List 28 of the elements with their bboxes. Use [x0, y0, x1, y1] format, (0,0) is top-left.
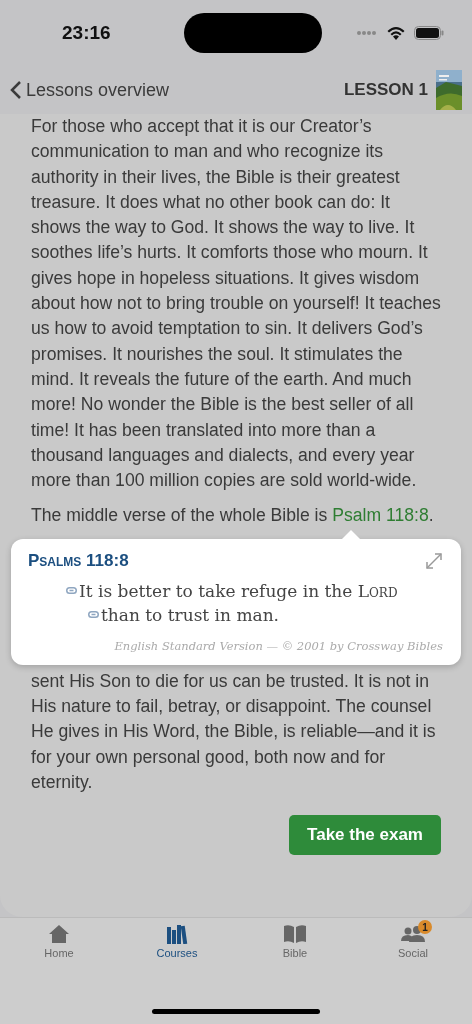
verse-text: than to trust in man. — [101, 603, 279, 627]
back-button[interactable]: Lessons overview — [10, 79, 170, 101]
battery-icon — [414, 26, 444, 40]
verse-text: It is better to take refuge in the Lord — [79, 579, 398, 603]
people-icon — [400, 924, 426, 944]
link-icon[interactable] — [66, 587, 77, 595]
tab-item[interactable]: 1 Social — [354, 918, 472, 975]
lesson-label: LESSON 1 — [343, 80, 428, 100]
verse-reference: Psalms 118:8 — [28, 550, 129, 571]
tab-item[interactable]: Bible — [236, 918, 354, 975]
signal-icon — [356, 30, 378, 36]
body-paragraph: The middle verse of the whole Bible is Psalm 118:8. — [31, 504, 435, 528]
body-paragraph: For those who accept that it is our Creator’s communication to man and who recognize its authority in their lives, the Bible is their greatest treasure. It does what no other book can do: It shows the way to God. It shows the way to live. It soothes life’s hurts. It comforts those who mourn. It gives hope in hopeless situations. It gives wisdom about how not to bring trouble on yourself! It teaches us how to avoid temptation to sin. It delivers God’s promises. It nourishes the soul. It stimulates the mind. It reveals the future of the earth. And much more! No wonder the Bible is the best seller of all time! It has been translated into more than a thousand languages and dialects, and every year more than 100 million copies are sold world-wide. — [31, 115, 441, 493]
take-exam-button[interactable]: Take the exam — [289, 815, 441, 856]
link-icon[interactable] — [88, 611, 99, 619]
expand-icon[interactable] — [425, 551, 443, 570]
chevron-left-icon — [10, 80, 22, 100]
home-icon — [48, 924, 70, 944]
notification-badge: 1 — [418, 920, 432, 934]
book-icon — [283, 924, 307, 944]
books-icon — [166, 924, 188, 944]
tab-item[interactable]: Home — [0, 918, 118, 975]
copyright-text: English Standard Version — © 2001 by Crossway Bibles — [114, 638, 443, 653]
tab-item[interactable]: Courses — [118, 918, 236, 975]
wifi-icon — [386, 25, 406, 41]
body-paragraph: sent His Son to die for us can be trusted. It is not in His nature to fail, betray, or disappoint. The counsel He gives in His Word, the Bible, is reliable—and it is for your own personal good, both now and for eternity. — [31, 669, 437, 794]
verse-link[interactable]: Psalm 118:8 — [332, 505, 429, 526]
status-time: 23:16 — [62, 22, 111, 44]
